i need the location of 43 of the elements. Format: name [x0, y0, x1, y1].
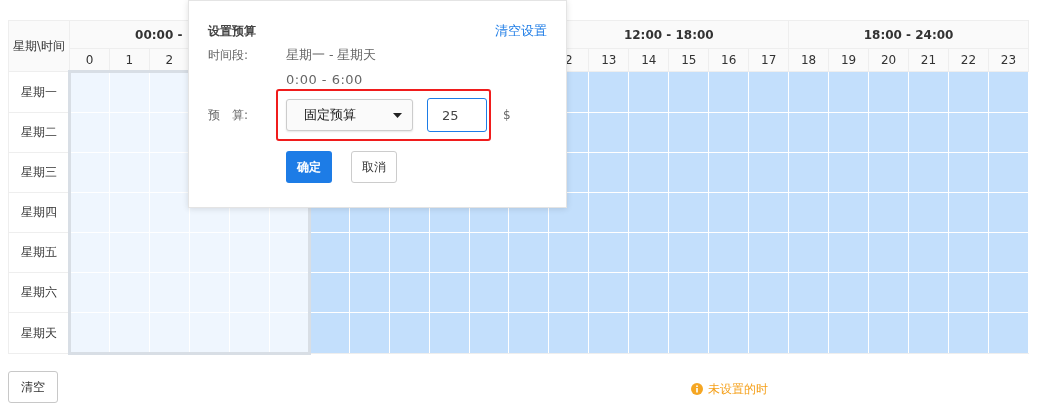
info-icon: [691, 383, 703, 395]
column-header: 12:00 - 18:00: [623, 27, 714, 42]
column-header: 13: [601, 53, 617, 67]
budget-type-select[interactable]: 固定预算: [286, 99, 413, 131]
column-header: 21: [920, 53, 937, 67]
column-header: 15: [681, 53, 697, 67]
column-header: 20: [880, 53, 897, 67]
column-header: 0: [85, 52, 94, 67]
row-header: 星期天: [8, 312, 70, 354]
time-slot[interactable]: [149, 71, 190, 113]
caret-icon: [393, 112, 402, 118]
confirm-button[interactable]: 确定: [286, 151, 332, 183]
column-header: 星期\时间: [8, 20, 70, 72]
cancel-button[interactable]: 取消: [351, 151, 397, 183]
hint-text: 未设置的时: [708, 380, 768, 398]
row-header: 星期四: [8, 192, 70, 233]
column-header: 17: [761, 53, 777, 67]
time-slot[interactable]: [109, 71, 150, 113]
row-header: 星期一: [8, 71, 70, 113]
row-header: 星期五: [8, 232, 70, 273]
currency-symbol: $: [503, 108, 511, 122]
popover-title: 设置预算: [208, 22, 256, 40]
column-header: 00:00 -: [135, 27, 183, 42]
column-header: 14: [641, 53, 657, 67]
column-header: 2: [165, 52, 174, 67]
field-label: 预 算:: [208, 106, 250, 124]
clear-settings-link[interactable]: 清空设置: [495, 22, 547, 40]
budget-input[interactable]: 25: [427, 98, 487, 132]
field-label: 时间段:: [208, 47, 250, 64]
column-header: 18: [801, 53, 817, 67]
column-header: 16: [721, 53, 737, 67]
row-header: 星期二: [8, 112, 70, 153]
clear-button[interactable]: 清空: [8, 371, 58, 403]
column-header: 1: [125, 52, 134, 67]
period-time: 0:00 - 6:00: [286, 72, 363, 87]
column-header: 23: [1000, 53, 1017, 67]
column-header: 19: [840, 53, 857, 67]
column-header: 18:00 - 24:00: [863, 27, 954, 42]
row-header: 星期三: [8, 152, 70, 193]
time-slot[interactable]: [69, 71, 110, 113]
row-header: 星期六: [8, 272, 70, 313]
column-header: 22: [960, 53, 977, 67]
period-days: 星期一 - 星期天: [286, 47, 377, 64]
